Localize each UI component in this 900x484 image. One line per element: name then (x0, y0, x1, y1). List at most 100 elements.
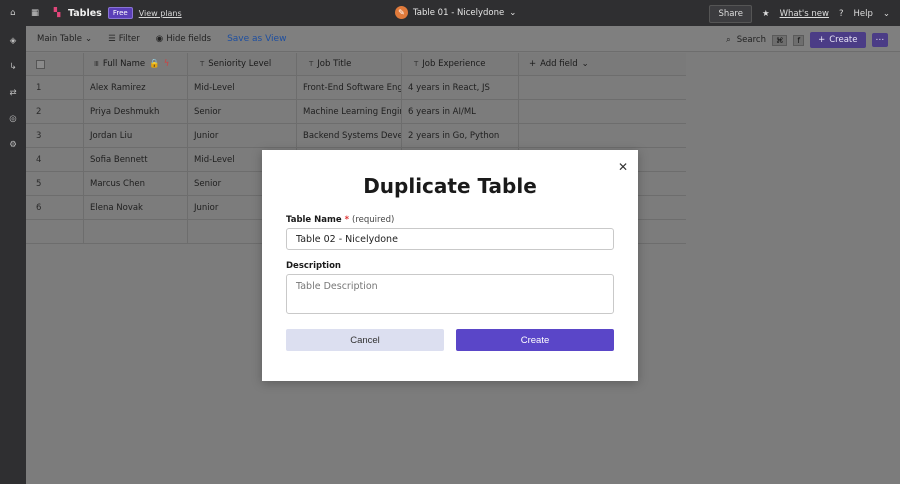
row-number: 6 (26, 196, 84, 219)
view-selector[interactable]: Main Table ⌄ (37, 34, 92, 44)
table-row[interactable]: 1 Alex Ramirez Mid-Level Front-End Softw… (26, 76, 686, 100)
sliders-icon[interactable]: ⇄ (6, 86, 20, 100)
chevron-down-icon: ⌄ (84, 33, 93, 44)
add-field-button[interactable]: + Add field ⌄ (519, 53, 686, 75)
chevron-down-icon: ⌄ (509, 7, 517, 18)
close-icon[interactable]: ✕ (618, 160, 628, 174)
description-label: Description (286, 261, 341, 271)
dialog-title: Duplicate Table (363, 174, 537, 198)
filter-label: Filter (118, 33, 140, 44)
cell-job-title[interactable]: Machine Learning Engineer (297, 100, 402, 123)
cell-seniority-level[interactable]: Senior (188, 100, 297, 123)
empty-cell (84, 220, 188, 243)
table-name-input[interactable] (286, 228, 614, 250)
search-button[interactable]: Search (737, 35, 766, 45)
bolt-icon: ϟ (163, 59, 170, 69)
cell-full-name[interactable]: Marcus Chen (84, 172, 188, 195)
eye-icon: ◉ (155, 33, 164, 44)
cell-full-name[interactable]: Alex Ramirez (84, 76, 188, 99)
save-as-view-button[interactable]: Save as View (227, 34, 286, 44)
column-header-seniority-level[interactable]: T Seniority Level (188, 53, 297, 75)
star-icon: ★ (761, 9, 770, 19)
eye-off-icon[interactable]: ◎ (6, 112, 20, 126)
row-number: 3 (26, 124, 84, 147)
add-field-label: Add field (540, 59, 578, 69)
cell-job-title[interactable]: Front-End Software Engineer (297, 76, 402, 99)
view-toolbar: Main Table ⌄ ☰ Filter ◉ Hide fields Save… (26, 26, 900, 52)
required-hint: (required) (352, 215, 395, 225)
cell-seniority-level[interactable]: Mid-Level (188, 76, 297, 99)
filter-icon: ☰ (108, 33, 116, 44)
cell-full-name[interactable]: Jordan Liu (84, 124, 188, 147)
view-plans-link[interactable]: View plans (139, 9, 182, 18)
shortcut-cmd: ⌘ (771, 34, 788, 46)
cell-job-experience[interactable]: 2 years in Go, Python (402, 124, 519, 147)
left-sidebar: ◈ ↳ ⇄ ◎ ⚙ (0, 26, 26, 484)
empty-cell (519, 124, 686, 147)
top-bar: ⌂ ▦ ▚ Tables Free View plans ✎ Table 01 … (0, 0, 900, 26)
column-header-job-experience[interactable]: T Job Experience (402, 53, 519, 75)
cell-full-name[interactable]: Priya Deshmukh (84, 100, 188, 123)
row-number: 1 (26, 76, 84, 99)
field-type-icon: T (309, 60, 314, 68)
home-icon[interactable]: ⌂ (6, 6, 20, 20)
whats-new-link[interactable]: What's new (780, 9, 829, 19)
column-header-full-name[interactable]: Ⅲ Full Name 🔒 ϟ (84, 53, 188, 75)
filter-button[interactable]: ☰ Filter (108, 34, 140, 44)
cell-job-experience[interactable]: 4 years in React, JS (402, 76, 519, 99)
share-button[interactable]: Share (709, 5, 752, 23)
column-label: Full Name (102, 59, 146, 69)
plus-icon: + (818, 35, 826, 45)
select-all-checkbox[interactable] (36, 59, 45, 69)
table-title: Table 01 - Nicelydone (413, 7, 505, 18)
tables-logo-icon: ▚ (53, 8, 61, 18)
cell-full-name[interactable]: Elena Novak (84, 196, 188, 219)
table-title-switcher[interactable]: ✎ Table 01 - Nicelydone ⌄ (395, 6, 516, 19)
table-name-label: Table Name * (required) (286, 215, 394, 225)
cell-job-title[interactable]: Backend Systems Developer (297, 124, 402, 147)
help-button[interactable]: Help (853, 9, 872, 19)
plan-badge: Free (107, 7, 133, 19)
empty-cell (519, 76, 686, 99)
description-input[interactable] (286, 274, 614, 314)
duplicate-table-dialog: ✕ Duplicate Table Table Name * (required… (262, 150, 638, 381)
lock-icon: 🔒 (149, 59, 160, 69)
select-all-cell (26, 53, 84, 75)
column-header-job-title[interactable]: T Job Title (297, 53, 402, 75)
settings-icon[interactable]: ⚙ (6, 138, 20, 152)
cell-seniority-level[interactable]: Junior (188, 124, 297, 147)
empty-cell (26, 220, 84, 243)
chevron-down-icon: ⌄ (581, 59, 589, 69)
hide-fields-button[interactable]: ◉ Hide fields (156, 34, 211, 44)
create-record-button[interactable]: + Create (810, 32, 866, 48)
create-button[interactable]: Create (456, 329, 614, 351)
required-mark: * (344, 215, 350, 225)
cell-full-name[interactable]: Sofia Bennett (84, 148, 188, 171)
hide-fields-label: Hide fields (166, 33, 212, 44)
workspace-logo-icon: ✎ (395, 6, 408, 19)
row-number: 4 (26, 148, 84, 171)
grid-icon[interactable]: ▦ (28, 6, 42, 20)
help-circle-icon: ? (838, 9, 844, 19)
view-name: Main Table (37, 33, 82, 44)
column-label: Job Experience (422, 59, 486, 69)
chevron-down-icon: ⌄ (882, 9, 890, 19)
create-label: Create (829, 35, 858, 45)
cell-job-experience[interactable]: 6 years in AI/ML (402, 100, 519, 123)
app-name: Tables (68, 7, 102, 19)
field-type-icon: T (414, 60, 419, 68)
more-icon[interactable]: ⋯ (871, 33, 888, 47)
header-row: Ⅲ Full Name 🔒 ϟ T Seniority Level T Job … (26, 53, 686, 76)
search-icon: ⌕ (726, 35, 731, 45)
row-number: 5 (26, 172, 84, 195)
column-label: Seniority Level (208, 59, 272, 69)
plus-icon: + (529, 59, 537, 69)
table-row[interactable]: 3 Jordan Liu Junior Backend Systems Deve… (26, 124, 686, 148)
table-name-label-text: Table Name (286, 215, 342, 225)
cancel-button[interactable]: Cancel (286, 329, 444, 351)
layers-icon[interactable]: ◈ (6, 34, 20, 48)
empty-cell (519, 100, 686, 123)
flow-icon[interactable]: ↳ (6, 60, 20, 74)
table-row[interactable]: 2 Priya Deshmukh Senior Machine Learning… (26, 100, 686, 124)
field-type-icon: Ⅲ (94, 60, 99, 68)
